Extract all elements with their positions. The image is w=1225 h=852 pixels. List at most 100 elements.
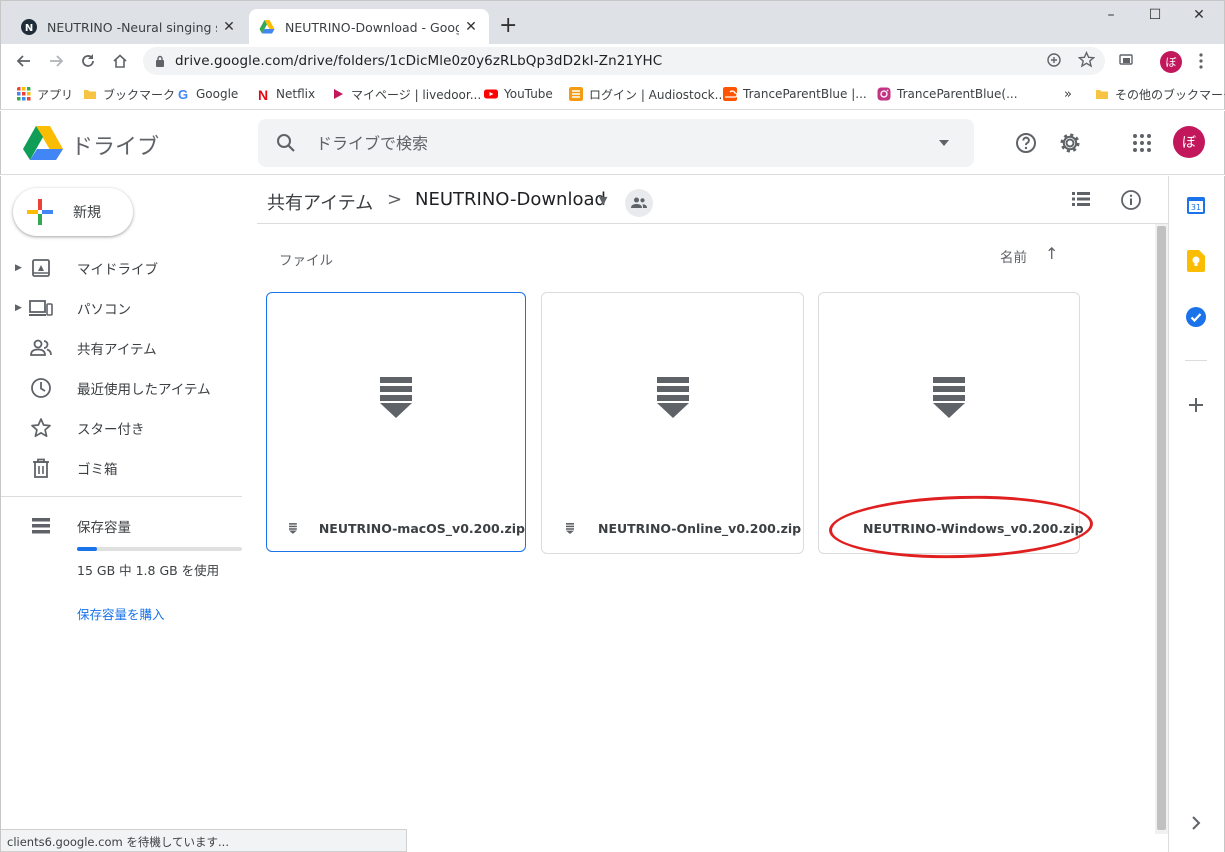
tab-neutrino-site[interactable]: N NEUTRINO -Neural singing synthesizer ✕: [11, 9, 247, 45]
youtube-icon: [484, 89, 498, 99]
left-navigation: 新規 ▶ マイドライブ ▶ パソコン 共有アイテム 最近使用したアイテム スター…: [0, 176, 256, 852]
folder-menu-dropdown-icon[interactable]: ▼: [599, 194, 607, 207]
side-panel-divider: [1185, 360, 1207, 361]
bookmark-netflix[interactable]: N Netflix: [256, 85, 315, 103]
soundcloud-icon: [723, 87, 737, 101]
apps-grid-icon: [17, 87, 31, 101]
svg-text:N: N: [258, 87, 268, 101]
tab-title: NEUTRINO -Neural singing synthesizer: [47, 19, 217, 35]
browser-menu-icon[interactable]: [1199, 53, 1203, 73]
sort-direction-icon[interactable]: ↑: [1045, 244, 1058, 263]
bookmark-label: TranceParentBlue(...: [897, 87, 1018, 101]
expand-arrow-icon[interactable]: ▶: [15, 303, 22, 313]
search-input[interactable]: [316, 133, 916, 153]
close-tab-icon[interactable]: ✕: [463, 19, 479, 35]
instagram-icon: [877, 87, 891, 101]
bookmark-google[interactable]: G Google: [176, 85, 238, 103]
breadcrumb-shared[interactable]: 共有アイテム: [267, 189, 373, 215]
nav-starred[interactable]: スター付き: [1, 412, 241, 444]
breadcrumb-current-folder[interactable]: NEUTRINO-Download: [415, 189, 606, 210]
bookmark-label: マイページ | livedoor...: [351, 87, 482, 102]
bookmark-label: Netflix: [276, 87, 316, 101]
other-bookmarks[interactable]: その他のブックマーク: [1095, 85, 1225, 103]
google-apps-grid-icon[interactable]: [1130, 131, 1154, 155]
forward-arrow-icon[interactable]: [45, 50, 67, 72]
file-card-windows[interactable]: NEUTRINO-Windows_v0.200.zip: [818, 292, 1084, 554]
new-button[interactable]: 新規: [13, 188, 133, 236]
home-icon[interactable]: [109, 50, 131, 72]
profile-avatar[interactable]: ぼ: [1160, 51, 1182, 73]
bookmark-instagram[interactable]: TranceParentBlue(...: [877, 85, 1018, 103]
folder-icon: [1096, 90, 1108, 99]
expand-arrow-icon[interactable]: ▶: [15, 263, 22, 273]
google-drive-logo-icon[interactable]: [23, 125, 63, 161]
search-box[interactable]: [258, 119, 974, 167]
nav-computers[interactable]: ▶ パソコン: [1, 292, 241, 324]
file-card-macos[interactable]: NEUTRINO-macOS_v0.200.zip: [266, 292, 526, 552]
new-tab-button[interactable]: +: [499, 15, 517, 37]
calendar-icon[interactable]: 31: [1185, 194, 1207, 216]
chevron-right-icon[interactable]: [1185, 812, 1207, 834]
shared-people-icon: [29, 336, 53, 360]
settings-gear-icon[interactable]: [1058, 131, 1082, 155]
folder-icon: [84, 90, 96, 99]
maximize-button[interactable]: ☐: [1145, 7, 1165, 23]
bookmark-folder[interactable]: ブックマーク: [83, 85, 175, 103]
zoom-add-icon[interactable]: [1046, 52, 1062, 72]
bookmarks-overflow-button[interactable]: »: [1064, 85, 1072, 103]
other-bookmarks-label: その他のブックマーク: [1115, 87, 1225, 102]
minimize-button[interactable]: –: [1101, 7, 1121, 23]
audiostock-icon: [569, 87, 583, 101]
zip-file-icon: [933, 377, 965, 418]
file-name: NEUTRINO-Online_v0.200.zip: [598, 520, 802, 536]
search-icon[interactable]: [276, 133, 296, 153]
bookmarks-bar: アプリ ブックマーク G Google N Netflix マイページ | li…: [0, 78, 1225, 110]
bookmark-audiostock[interactable]: ログイン | Audiostock...: [569, 85, 726, 103]
file-card-online[interactable]: NEUTRINO-Online_v0.200.zip: [541, 292, 804, 554]
lock-icon: [156, 55, 164, 67]
bookmark-apps[interactable]: アプリ: [17, 85, 73, 103]
neutrino-favicon-icon: N: [21, 19, 37, 35]
scrollbar-thumb[interactable]: [1157, 226, 1166, 830]
bookmark-label: TranceParentBlue |...: [743, 87, 867, 101]
file-name: NEUTRINO-macOS_v0.200.zip: [318, 520, 525, 536]
trash-icon: [29, 456, 53, 480]
back-arrow-icon[interactable]: [13, 50, 35, 72]
vertical-scrollbar[interactable]: [1155, 224, 1168, 834]
tasks-icon[interactable]: [1185, 306, 1207, 328]
tab-drive[interactable]: NEUTRINO-Download - Google Drive ✕: [249, 9, 489, 45]
nav-trash[interactable]: ゴミ箱: [1, 452, 241, 484]
keep-icon[interactable]: [1185, 250, 1207, 272]
nav-my-drive[interactable]: ▶ マイドライブ: [1, 252, 241, 284]
file-footer: NEUTRINO-macOS_v0.200.zip: [267, 503, 525, 553]
svg-text:N: N: [25, 23, 33, 34]
nav-storage[interactable]: 保存容量: [1, 510, 241, 542]
buy-storage-link[interactable]: 保存容量を購入: [77, 604, 165, 623]
close-window-button[interactable]: ✕: [1189, 7, 1209, 23]
shared-folder-icon[interactable]: [625, 189, 653, 217]
help-icon[interactable]: [1014, 131, 1038, 155]
zip-file-icon: [380, 377, 412, 418]
drive-header: ドライブ ぼ: [0, 111, 1225, 175]
file-thumbnail: [542, 293, 803, 503]
account-avatar[interactable]: ぼ: [1173, 126, 1205, 158]
zip-file-small-icon: [289, 522, 297, 534]
sort-by-name[interactable]: 名前: [1000, 246, 1027, 266]
bookmark-livedoor[interactable]: マイページ | livedoor...: [331, 85, 481, 103]
info-icon[interactable]: [1120, 189, 1142, 215]
cast-icon[interactable]: [1118, 52, 1134, 72]
nav-shared[interactable]: 共有アイテム: [1, 332, 241, 364]
list-view-icon[interactable]: [1071, 190, 1091, 212]
reload-icon[interactable]: [77, 50, 99, 72]
search-options-dropdown-icon[interactable]: [938, 139, 950, 147]
new-button-label: 新規: [73, 205, 101, 221]
drive-app-name[interactable]: ドライブ: [71, 129, 159, 161]
nav-recent[interactable]: 最近使用したアイテム: [1, 372, 241, 404]
zip-file-icon: [656, 377, 689, 418]
close-tab-icon[interactable]: ✕: [221, 19, 237, 35]
add-addon-icon[interactable]: [1185, 394, 1207, 416]
bookmark-soundcloud[interactable]: TranceParentBlue |...: [723, 85, 867, 103]
bookmark-youtube[interactable]: YouTube: [484, 85, 553, 103]
bookmark-star-icon[interactable]: [1077, 50, 1096, 72]
address-bar[interactable]: drive.google.com/drive/folders/1cDicMle0…: [143, 47, 1105, 75]
